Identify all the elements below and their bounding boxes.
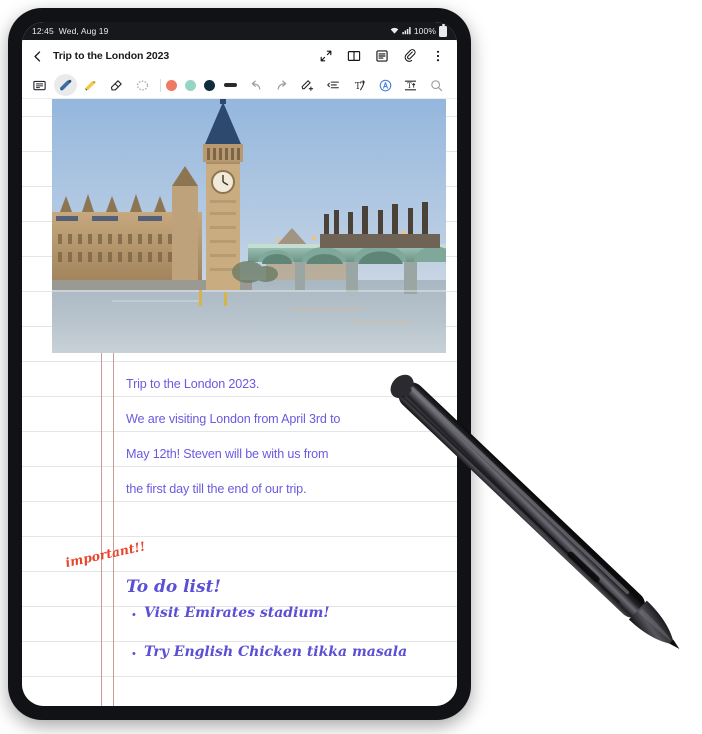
note-title-bar: Trip to the London 2023 xyxy=(22,40,457,72)
straighten-text-icon[interactable]: T xyxy=(399,74,422,96)
stroke-thickness[interactable] xyxy=(223,83,237,87)
handwritten-annotation[interactable]: important!! xyxy=(64,538,147,570)
wifi-icon xyxy=(390,26,399,37)
status-time: 12:45 xyxy=(32,26,54,36)
note-paragraph-line[interactable]: the first day till the end of our trip. xyxy=(126,482,307,496)
status-date: Wed, Aug 19 xyxy=(58,26,109,36)
more-options-icon[interactable] xyxy=(430,49,445,64)
todo-bullet: • xyxy=(132,609,136,621)
svg-text:T: T xyxy=(407,81,412,89)
eraser-tool[interactable] xyxy=(105,74,128,96)
note-paragraph-line[interactable]: Trip to the London 2023. xyxy=(126,377,259,391)
back-chevron-icon[interactable] xyxy=(30,49,45,64)
rule-line xyxy=(22,571,457,572)
tablet-screen: 12:45 Wed, Aug 19 100% Trip to the Londo… xyxy=(22,22,457,706)
pen-tool[interactable] xyxy=(53,74,77,96)
signal-icon xyxy=(402,26,411,37)
rule-line xyxy=(22,641,457,642)
search-icon[interactable] xyxy=(425,74,448,96)
text-convert-icon[interactable]: T xyxy=(348,74,371,96)
note-photo[interactable] xyxy=(52,99,446,353)
todo-item[interactable]: Visit Emirates stadium! xyxy=(144,605,330,621)
tablet-device: 12:45 Wed, Aug 19 100% Trip to the Londo… xyxy=(8,8,471,720)
rule-line xyxy=(22,676,457,677)
highlighter-tool[interactable] xyxy=(80,74,103,96)
note-paragraph-line[interactable]: May 12th! Steven will be with us from xyxy=(126,447,328,461)
rule-line xyxy=(22,431,457,432)
note-canvas[interactable]: Trip to the London 2023. We are visiting… xyxy=(22,99,457,706)
status-bar: 12:45 Wed, Aug 19 100% xyxy=(22,22,457,40)
undo-button[interactable] xyxy=(245,74,268,96)
battery-percent: 100% xyxy=(413,26,436,36)
paragraph-align-icon[interactable] xyxy=(322,74,345,96)
rule-line xyxy=(22,396,457,397)
color-mint[interactable] xyxy=(184,79,196,91)
drawing-toolbar: T T xyxy=(22,72,457,99)
expand-icon[interactable] xyxy=(318,49,333,64)
rule-line xyxy=(22,536,457,537)
todo-bullet: • xyxy=(132,648,136,660)
todo-heading[interactable]: To do list! xyxy=(126,577,221,597)
rule-line xyxy=(22,501,457,502)
color-navy[interactable] xyxy=(203,79,215,91)
attach-icon[interactable] xyxy=(402,49,417,64)
pen-settings-icon[interactable] xyxy=(296,74,319,96)
rule-line xyxy=(22,466,457,467)
todo-item[interactable]: Try English Chicken tikka masala xyxy=(144,644,407,660)
lasso-select-tool[interactable] xyxy=(131,74,154,96)
redo-button[interactable] xyxy=(271,74,294,96)
svg-text:T: T xyxy=(355,81,361,91)
text-tool[interactable] xyxy=(28,74,51,96)
page-title: Trip to the London 2023 xyxy=(53,50,170,62)
note-paragraph-line[interactable]: We are visiting London from April 3rd to xyxy=(126,412,340,426)
book-view-icon[interactable] xyxy=(346,49,361,64)
battery-icon xyxy=(439,24,447,37)
ai-assist-icon[interactable] xyxy=(374,74,397,96)
rule-line xyxy=(22,361,457,362)
toolbar-divider xyxy=(159,78,161,92)
note-list-icon[interactable] xyxy=(374,49,389,64)
color-coral[interactable] xyxy=(165,79,177,91)
